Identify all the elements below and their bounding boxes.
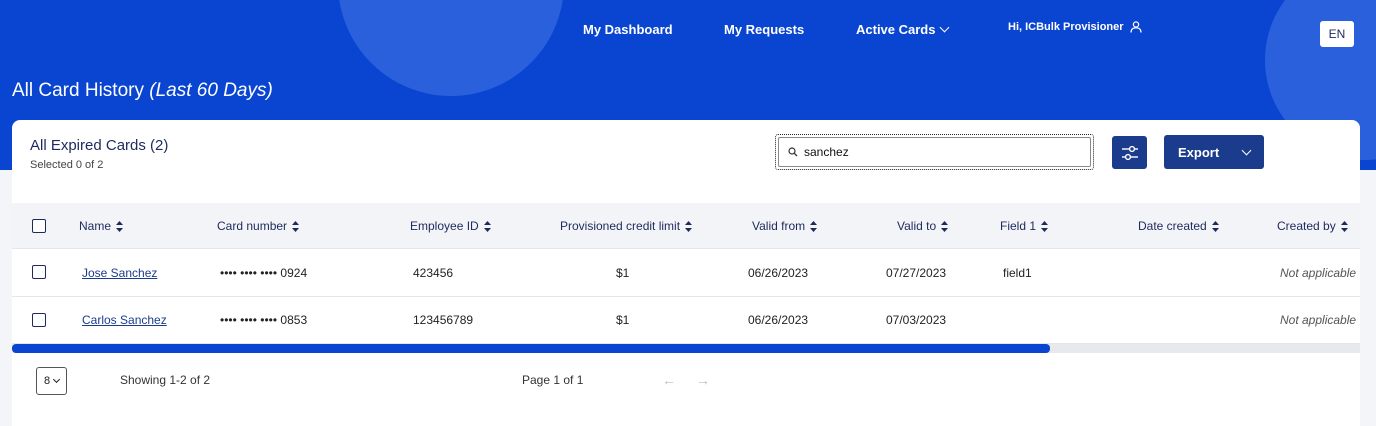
top-nav: My Dashboard My Requests Active Cards Hi… — [0, 0, 1376, 60]
column-header-label: Date created — [1138, 219, 1207, 233]
page-title-main: All Card History — [12, 80, 144, 101]
valid-to: 07/03/2023 — [886, 313, 947, 327]
sort-icon — [685, 221, 693, 233]
sliders-icon — [1121, 145, 1138, 160]
column-header[interactable]: Name — [79, 219, 124, 233]
valid-to: 07/27/2023 — [886, 266, 947, 280]
page-title-suffix: (Last 60 Days) — [149, 80, 273, 101]
sort-icon — [116, 221, 124, 233]
nav-my-requests[interactable]: My Requests — [724, 22, 804, 37]
prev-page-icon[interactable]: ← — [662, 372, 676, 388]
column-header-label: Valid to — [897, 219, 937, 233]
row-checkbox[interactable] — [32, 265, 46, 279]
nav-active-cards-label: Active Cards — [856, 22, 936, 37]
page-size-select[interactable]: 8 — [36, 367, 67, 395]
column-header-label: Field 1 — [1000, 219, 1037, 233]
created-by: Not applicable — [1280, 266, 1357, 280]
column-header-label: Name — [79, 219, 112, 233]
sort-icon — [483, 221, 491, 233]
export-button[interactable]: Export — [1164, 135, 1264, 169]
user-icon — [1129, 21, 1142, 33]
column-header[interactable]: Date created — [1138, 219, 1219, 233]
cards-panel: All Expired Cards (2) Selected 0 of 2 Ex… — [12, 120, 1360, 426]
sort-icon — [810, 221, 818, 233]
employee-id: 423456 — [413, 266, 454, 280]
sort-icon — [1041, 221, 1049, 233]
name-link[interactable]: Carlos Sanchez — [82, 313, 167, 327]
search-input[interactable] — [804, 145, 1064, 159]
user-menu[interactable]: Hi, ICBulk Provisioner — [1008, 21, 1142, 33]
page-indicator: Page 1 of 1 — [522, 373, 584, 387]
chevron-down-icon — [1241, 145, 1252, 156]
sort-icon — [292, 221, 300, 233]
card-number: •••• •••• •••• 0924 — [220, 266, 308, 280]
column-header[interactable]: Valid to — [897, 219, 949, 233]
chevron-down-icon — [940, 22, 950, 33]
created-by: Not applicable — [1280, 313, 1357, 327]
column-header-label: Created by — [1277, 219, 1336, 233]
column-header[interactable]: Valid from — [752, 219, 818, 233]
valid-from: 06/26/2023 — [748, 313, 809, 327]
column-header-label: Card number — [217, 219, 288, 233]
column-header-label: Employee ID — [410, 219, 479, 233]
sort-icon — [1211, 221, 1219, 233]
table-header: Name Card number Employee ID Provisioned… — [12, 203, 1360, 249]
valid-from: 06/26/2023 — [748, 266, 809, 280]
credit-limit: $1 — [616, 313, 630, 327]
column-header[interactable]: Created by — [1277, 219, 1348, 233]
selected-count: Selected 0 of 2 — [30, 159, 104, 171]
column-header-label: Provisioned credit limit — [560, 219, 681, 233]
column-header[interactable]: Provisioned credit limit — [560, 219, 693, 233]
scrollbar-thumb[interactable] — [12, 344, 1050, 353]
showing-count: Showing 1-2 of 2 — [120, 373, 211, 387]
chevron-down-icon — [53, 375, 61, 383]
nav-my-dashboard[interactable]: My Dashboard — [583, 22, 673, 37]
search-icon — [788, 147, 798, 157]
select-all-checkbox[interactable] — [32, 219, 46, 233]
horizontal-scrollbar[interactable] — [12, 344, 1360, 353]
next-page-icon[interactable]: → — [696, 372, 710, 388]
nav-active-cards[interactable]: Active Cards — [856, 22, 950, 37]
card-number: •••• •••• •••• 0853 — [220, 313, 308, 327]
field-1: field1 — [1003, 266, 1032, 280]
sort-icon — [1340, 221, 1348, 233]
table-row: Jose Sanchez •••• •••• •••• 0924 423456 … — [12, 250, 1360, 297]
employee-id: 123456789 — [413, 313, 474, 327]
row-checkbox[interactable] — [32, 313, 46, 327]
column-header[interactable]: Card number — [217, 219, 300, 233]
credit-limit: $1 — [616, 266, 630, 280]
greeting-text: Hi, ICBulk Provisioner — [1008, 21, 1124, 33]
language-button[interactable]: EN — [1320, 21, 1354, 47]
panel-title: All Expired Cards (2) — [30, 137, 169, 154]
sort-icon — [941, 221, 949, 233]
search-box[interactable] — [775, 134, 1094, 170]
column-header[interactable]: Employee ID — [410, 219, 491, 233]
table-row: Carlos Sanchez •••• •••• •••• 0853 12345… — [12, 297, 1360, 344]
page-title: All Card History (Last 60 Days) — [12, 80, 273, 102]
column-header-label: Valid from — [752, 219, 806, 233]
filter-button[interactable] — [1112, 136, 1147, 169]
export-label: Export — [1178, 144, 1220, 160]
page-size-value: 8 — [43, 375, 51, 387]
name-link[interactable]: Jose Sanchez — [82, 266, 157, 280]
column-header[interactable]: Field 1 — [1000, 219, 1049, 233]
